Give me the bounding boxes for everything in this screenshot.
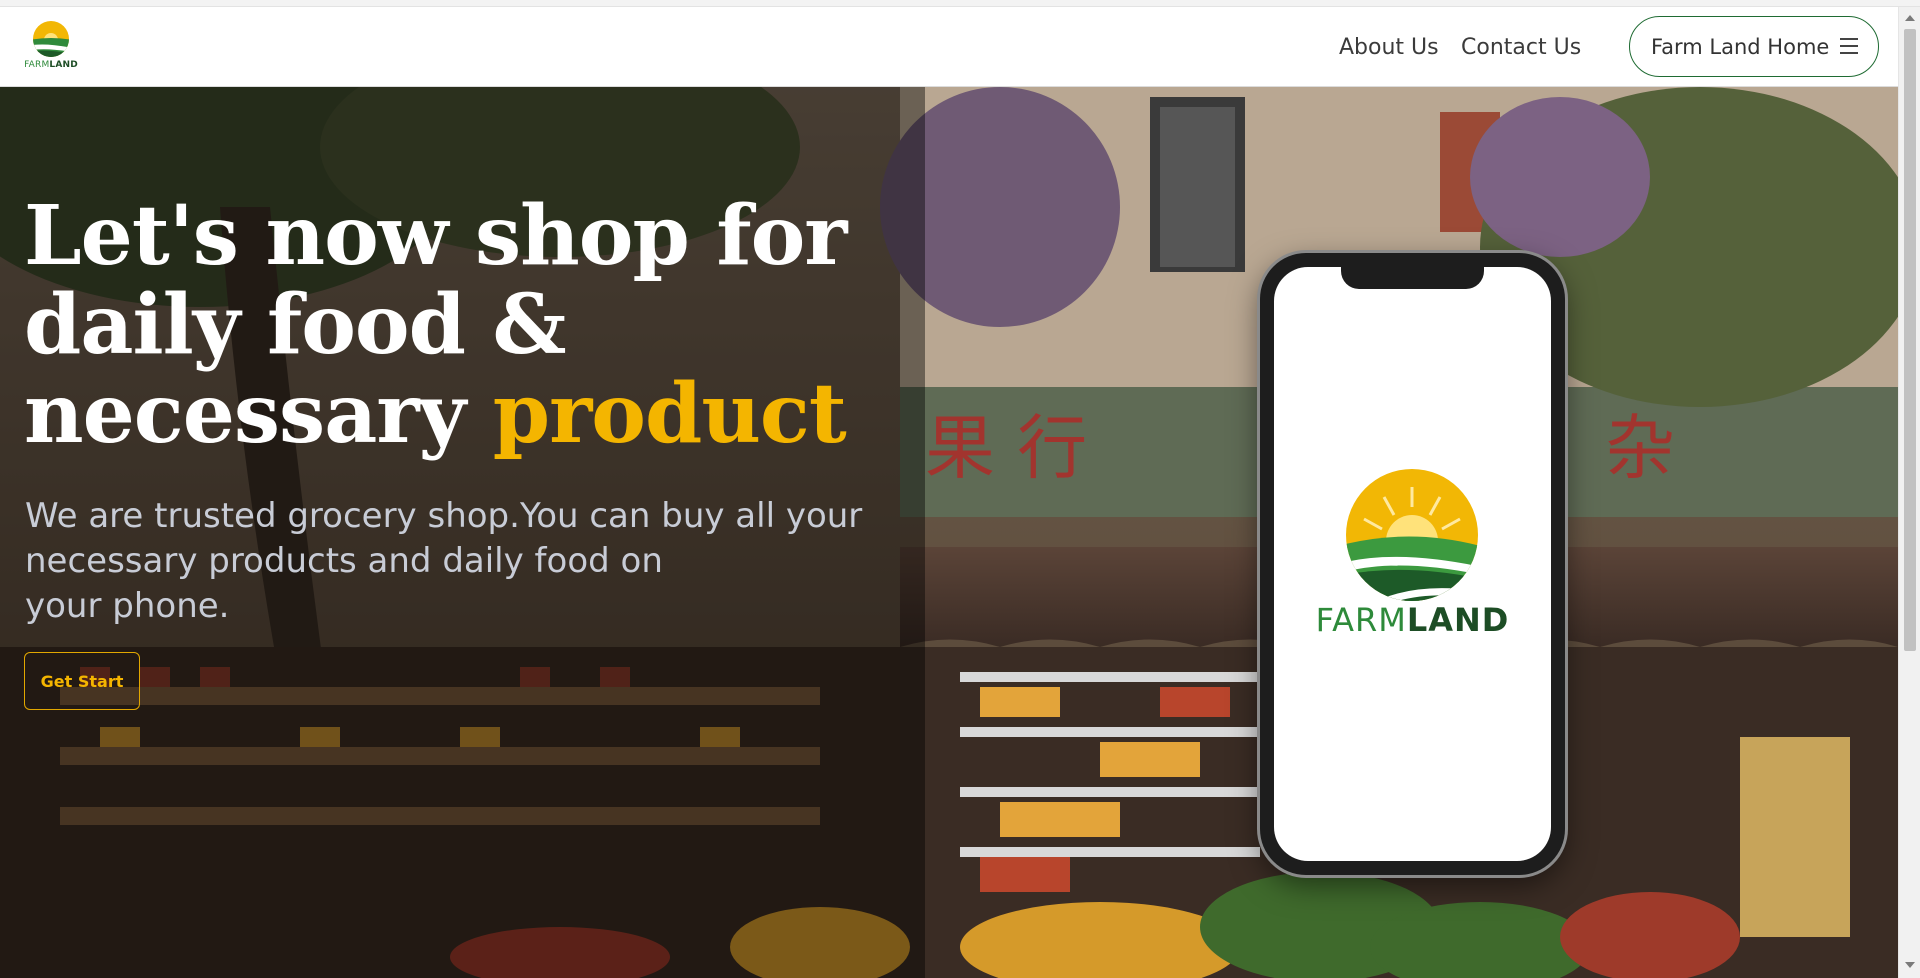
logo-wordmark: FARMLAND <box>20 60 82 70</box>
nav-contact-us[interactable]: Contact Us <box>1461 35 1581 60</box>
farmland-logo-icon <box>1346 469 1478 601</box>
hero-section: 果 行 杂 Let's now shop for daily food & ne… <box>0 87 1898 978</box>
subtext-line-1: We are trusted grocery shop.You can buy … <box>25 496 863 536</box>
scroll-down-arrow-icon[interactable] <box>1905 962 1915 968</box>
hamburger-menu-icon <box>1840 38 1858 54</box>
headline-line-2: daily food & <box>24 277 567 373</box>
headline-line-1: Let's now shop for <box>24 188 847 284</box>
browser-top-strip <box>0 0 1920 7</box>
phone-word-land: LAND <box>1406 601 1510 639</box>
headline-line-3: necessary <box>24 366 493 462</box>
headline-accent-word: product <box>492 366 847 462</box>
get-start-button[interactable]: Get Start <box>24 652 140 710</box>
svg-text:果 行: 果 行 <box>925 407 1087 489</box>
subtext-line-2: necessary products and daily food on <box>25 541 663 581</box>
phone-brand-wordmark: FARMLAND <box>1274 601 1551 639</box>
farm-land-home-button[interactable]: Farm Land Home <box>1629 16 1879 77</box>
phone-screen: FARMLAND <box>1274 267 1551 861</box>
scrollbar-thumb[interactable] <box>1904 29 1916 651</box>
home-button-label: Farm Land Home <box>1651 34 1830 59</box>
site-header: FARMLAND About Us Contact Us Farm Land H… <box>0 7 1898 87</box>
farmland-logo[interactable]: FARMLAND <box>20 20 82 76</box>
logo-word-farm: FARM <box>24 60 50 70</box>
vertical-scrollbar[interactable] <box>1898 7 1920 978</box>
phone-word-farm: FARM <box>1315 601 1407 639</box>
hero-headline: Let's now shop for daily food & necessar… <box>24 192 924 459</box>
subtext-line-3: your phone. <box>25 586 230 626</box>
phone-mockup: FARMLAND <box>1260 253 1565 875</box>
hero-subtext: We are trusted grocery shop.You can buy … <box>25 494 885 629</box>
svg-text:杂: 杂 <box>1605 407 1675 489</box>
phone-notch <box>1341 267 1484 289</box>
logo-word-land: LAND <box>49 60 78 70</box>
scroll-up-arrow-icon[interactable] <box>1905 15 1915 21</box>
nav-about-us[interactable]: About Us <box>1339 35 1439 60</box>
farmland-logo-icon <box>33 21 69 57</box>
